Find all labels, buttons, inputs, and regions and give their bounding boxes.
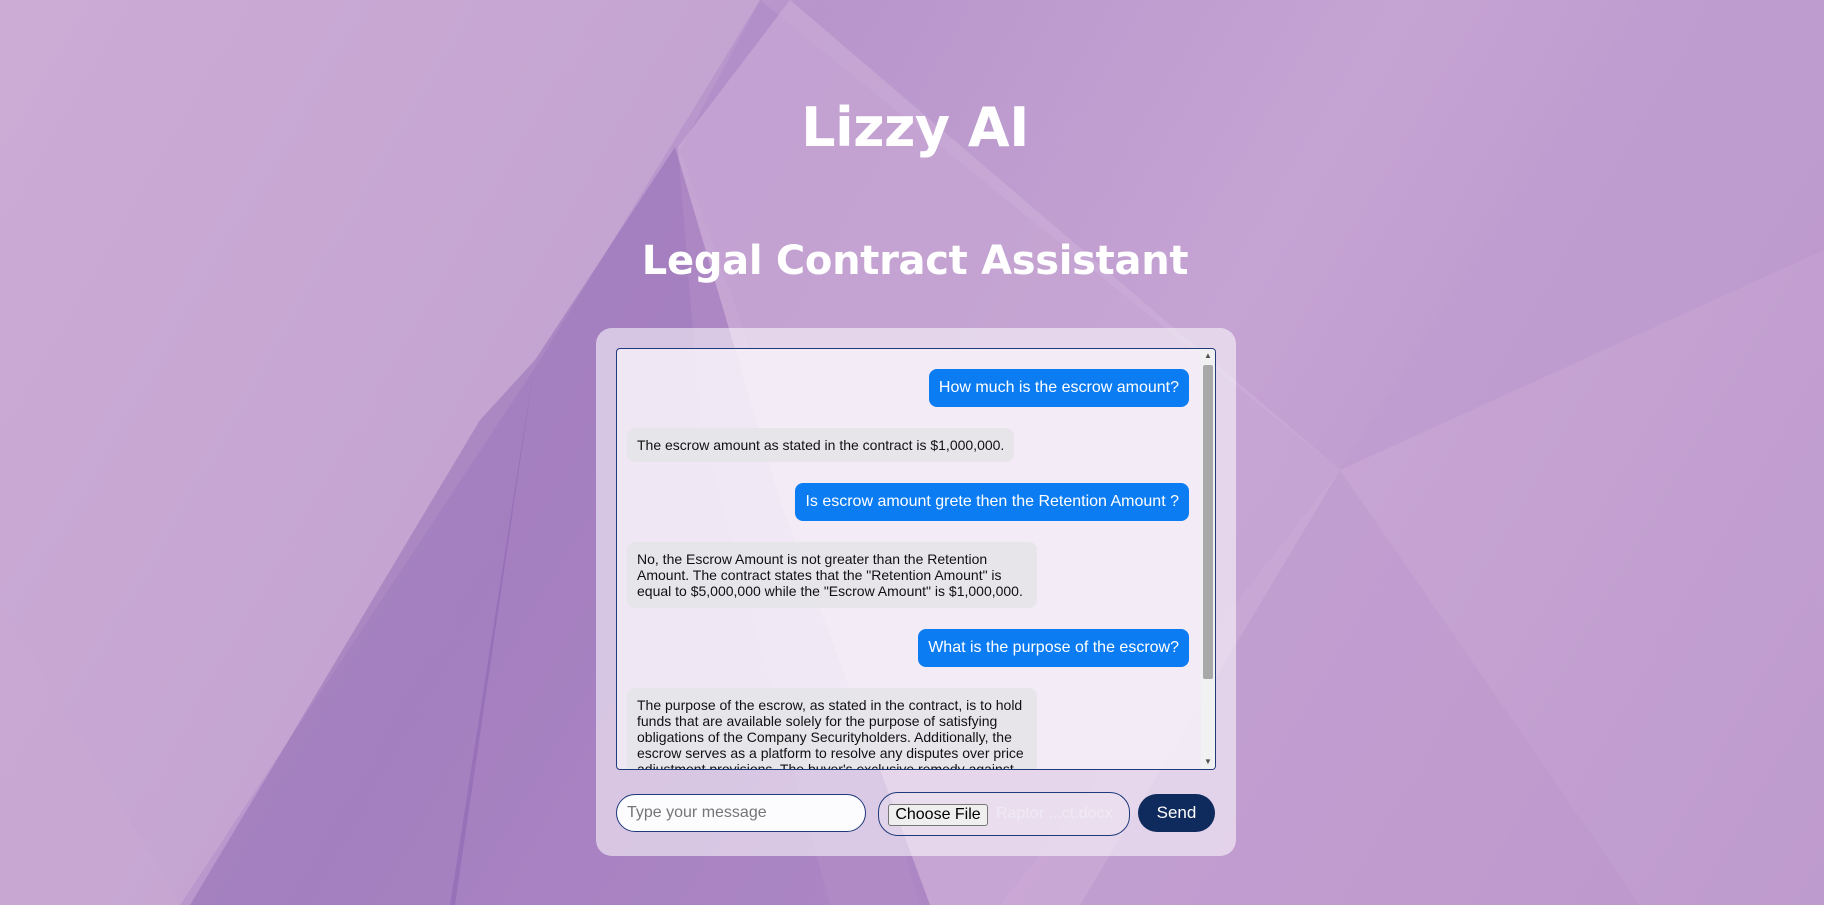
file-upload[interactable]: Choose File Raptor ...ct.docx	[878, 792, 1130, 836]
user-message: Is escrow amount grete then the Retentio…	[795, 483, 1189, 521]
message-input[interactable]	[616, 794, 866, 832]
chat-window[interactable]: How much is the escrow amount? The escro…	[616, 348, 1216, 770]
bot-message: The escrow amount as stated in the contr…	[627, 428, 1015, 462]
message-list: How much is the escrow amount? The escro…	[617, 349, 1201, 769]
message-row-bot: No, the Escrow Amount is not greater tha…	[627, 542, 1189, 608]
page-subtitle: Legal Contract Assistant	[641, 238, 1189, 284]
chat-card: How much is the escrow amount? The escro…	[596, 328, 1236, 856]
bot-message: The purpose of the escrow, as stated in …	[627, 688, 1037, 769]
composer: Choose File Raptor ...ct.docx Send	[616, 792, 1216, 836]
user-message: How much is the escrow amount?	[928, 369, 1189, 407]
choose-file-button[interactable]: Choose File	[888, 804, 988, 826]
message-row-bot: The purpose of the escrow, as stated in …	[627, 688, 1189, 769]
scroll-down-arrow-icon[interactable]: ▼	[1201, 755, 1215, 769]
scrollbar-thumb[interactable]	[1203, 365, 1213, 679]
user-message: What is the purpose of the escrow?	[918, 629, 1189, 667]
message-row-user: How much is the escrow amount?	[627, 369, 1189, 407]
selected-file-name: Raptor ...ct.docx	[996, 805, 1113, 822]
scroll-up-arrow-icon[interactable]: ▲	[1201, 349, 1215, 363]
app-title: Lizzy AI	[801, 96, 1029, 159]
bot-message: No, the Escrow Amount is not greater tha…	[627, 542, 1037, 608]
send-button[interactable]: Send	[1138, 794, 1215, 832]
message-row-user: What is the purpose of the escrow?	[627, 629, 1189, 667]
chat-scrollbar[interactable]: ▲ ▼	[1201, 349, 1215, 769]
message-row-user: Is escrow amount grete then the Retentio…	[627, 483, 1189, 521]
message-row-bot: The escrow amount as stated in the contr…	[627, 428, 1189, 462]
